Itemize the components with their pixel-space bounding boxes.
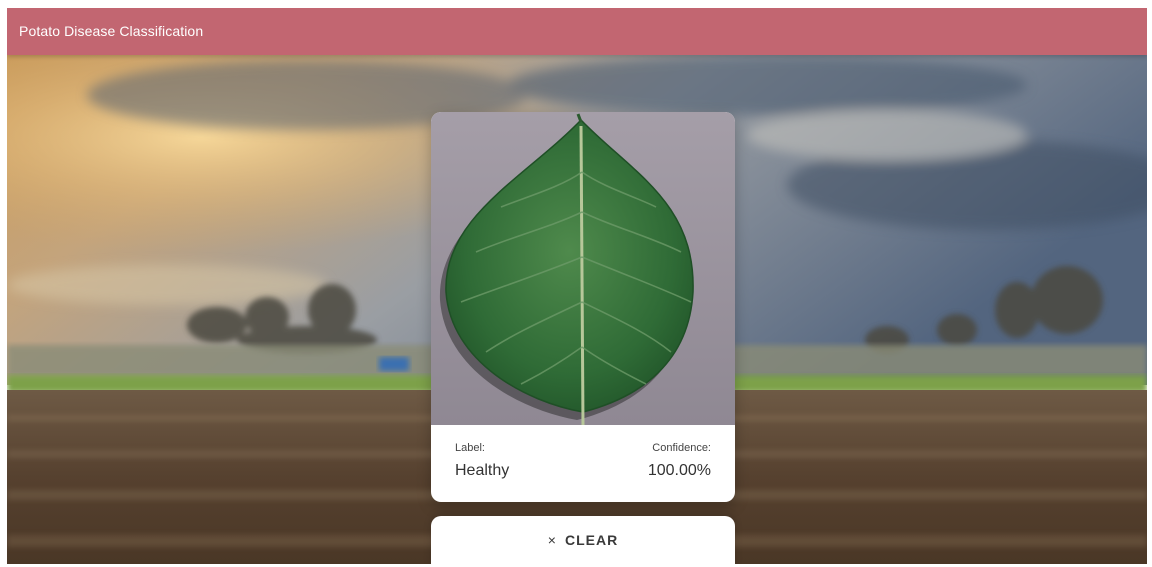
result-card: Label: Confidence: Healthy 100.00% [431,112,735,502]
potato-leaf-image [431,112,735,425]
label-caption: Label: [455,442,485,454]
confidence-value: 100.00% [647,462,711,479]
close-icon: × [547,532,557,548]
app-bar: Potato Disease Classification [7,8,1147,55]
app-window: Potato Disease Classification Label: Con… [7,8,1147,564]
clear-button-content[interactable]: × CLEAR [431,532,735,548]
app-title: Potato Disease Classification [19,23,204,39]
clear-button[interactable]: × CLEAR [431,516,735,564]
label-value: Healthy [455,462,510,479]
clear-button-label: CLEAR [564,532,619,548]
confidence-caption: Confidence: [652,442,711,454]
